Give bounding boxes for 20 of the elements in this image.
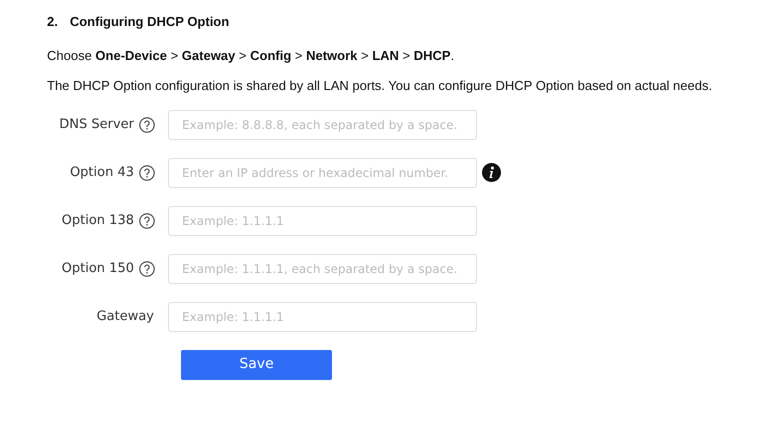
input-field[interactable]: Enter an IP address or hexadecimal number. <box>168 158 477 188</box>
help-icon[interactable] <box>139 212 155 228</box>
input-field[interactable]: Example: 1.1.1.1 <box>168 302 477 332</box>
field-label: DNS Server <box>59 116 134 134</box>
input-field[interactable]: Example: 1.1.1.1 <box>168 206 477 236</box>
help-icon[interactable] <box>139 260 155 276</box>
heading: Configuring DHCP Option <box>70 13 230 31</box>
info-icon[interactable] <box>482 163 501 182</box>
input-field[interactable]: Example: 1.1.1.1, each separated by a space. <box>168 254 477 284</box>
help-icon[interactable] <box>139 116 155 132</box>
menu-path: Choose One-Device > Gateway > Config > Network > LAN > DHCP. <box>47 46 456 65</box>
heading-number: 2. <box>47 13 58 31</box>
help-icon[interactable] <box>139 164 155 180</box>
description: The DHCP Option configuration is shared by all LAN ports. You can configure DHCP Option based on actual needs. <box>47 76 714 95</box>
field-label: Option 150 <box>62 260 134 278</box>
input-field[interactable]: Example: 8.8.8.8, each separated by a space. <box>168 110 477 140</box>
field-label: Gateway <box>96 308 154 326</box>
save-button[interactable]: Save <box>181 350 332 380</box>
field-label: Option 138 <box>62 212 134 230</box>
field-label: Option 43 <box>70 164 134 182</box>
